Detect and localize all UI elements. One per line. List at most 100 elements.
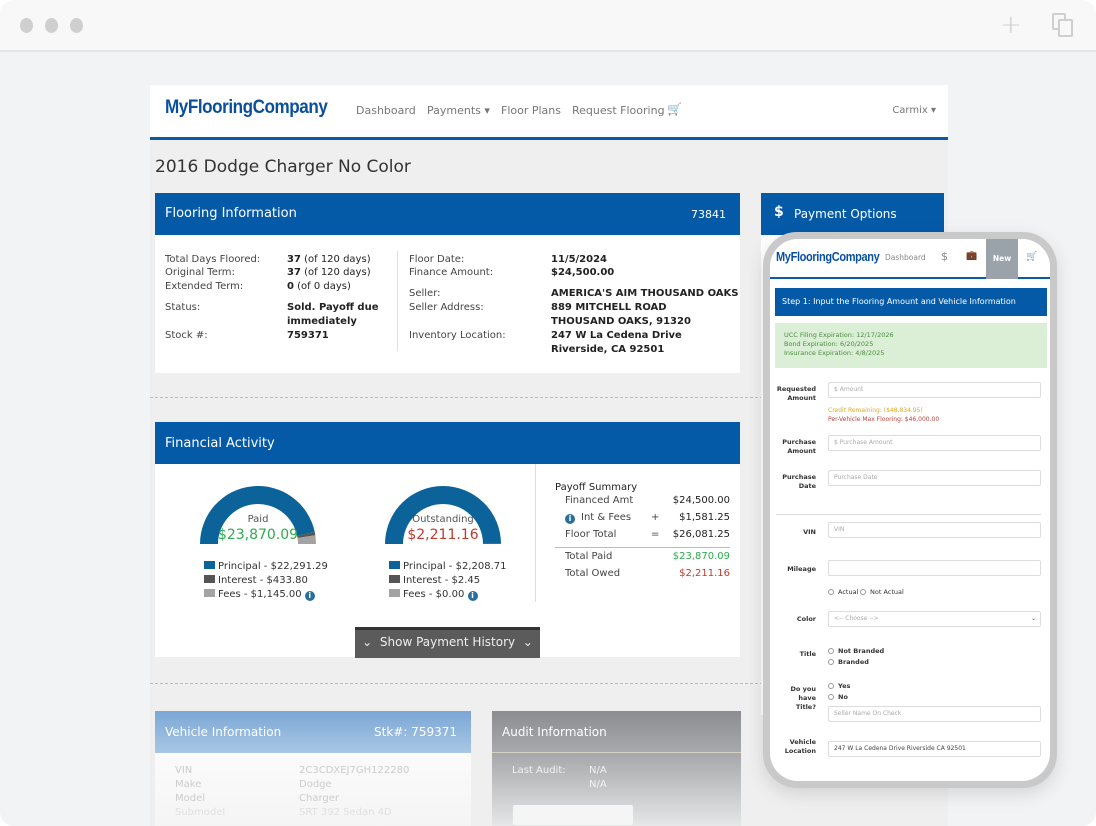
mobile-brand-logo[interactable]: MyFlooringCompany (776, 250, 880, 264)
color-label: Color (796, 615, 816, 623)
have-title-label: Do you have Title? (790, 685, 816, 711)
payoff-row: Financed Amt $24,500.00 (565, 495, 730, 506)
info-icon[interactable]: i (565, 514, 575, 524)
audit-info-title: Audit Information (502, 725, 607, 739)
legend-swatch (389, 589, 400, 597)
field-label: Make (175, 779, 202, 790)
color-select[interactable]: <-- Choose --> ⌄ (828, 611, 1041, 627)
vin-input[interactable]: VIN (828, 522, 1041, 538)
copy-icon[interactable] (1052, 13, 1074, 37)
legend-swatch (204, 589, 215, 597)
window-control-dot[interactable] (20, 18, 33, 33)
new-tab-icon[interactable]: + (1000, 12, 1022, 38)
window-control-dot[interactable] (45, 18, 58, 33)
dollar-icon: $ (774, 204, 784, 220)
chevron-down-icon: ⌄ (1030, 615, 1036, 622)
outstanding-legend: Principal - $2,208.71 Interest - $2.45 F… (389, 560, 506, 602)
browser-toolbar: + (0, 0, 1096, 52)
mobile-screen: MyFlooringCompany Dashboard $ 💼 New 🛒 St… (770, 239, 1050, 781)
vehicle-location-input[interactable]: 247 W La Cedena Drive Riverside CA 92501 (828, 741, 1041, 757)
page-title: 2016 Dodge Charger No Color (155, 157, 411, 177)
insurance-expiration: Insurance Expiration: 4/8/2025 (784, 349, 885, 357)
purchase-amount-input[interactable]: $ Purchase Amount (828, 435, 1041, 451)
field-value: 889 MITCHELL ROAD (551, 302, 667, 313)
payoff-row: Floor Total = $26,081.25 (565, 529, 730, 540)
column-divider (397, 251, 398, 351)
dollar-icon[interactable]: $ (941, 250, 948, 263)
info-icon[interactable]: i (467, 591, 478, 601)
mobile-device-frame: MyFlooringCompany Dashboard $ 💼 New 🛒 St… (763, 232, 1057, 788)
show-payment-history-button[interactable]: ⌄ Show Payment History ⌄ (355, 627, 540, 658)
last-audit-value: N/A (589, 765, 607, 776)
info-icon[interactable]: i (304, 591, 315, 601)
stock-value: 759371 (287, 330, 329, 341)
title-branded-radio[interactable]: Branded (828, 658, 869, 666)
field-label: Extended Term: (165, 281, 244, 292)
total-paid-row: Total Paid $23,870.09 (565, 551, 730, 562)
vin-label: VIN (803, 528, 816, 536)
payment-options-title: Payment Options (794, 207, 897, 221)
credit-remaining: Credit Remaining: ($48,834.95) (828, 407, 923, 414)
payoff-summary-title: Payoff Summary (555, 482, 638, 493)
outstanding-gauge: Outstanding $2,211.16 (383, 484, 503, 546)
field-value: THOUSAND OAKS, 91320 (551, 316, 691, 327)
nav-dashboard[interactable]: Dashboard (356, 104, 416, 117)
field-value: 2C3CDXEJ7GH122280 (299, 765, 410, 776)
audit-info-body: Last Audit: N/A N/A (492, 753, 741, 826)
field-label: Status: (165, 302, 201, 313)
requested-amount-label: Requested Amount (776, 385, 816, 402)
nav-floor-plans[interactable]: Floor Plans (501, 104, 561, 117)
payment-options-header[interactable]: $ Payment Options (761, 193, 944, 235)
payoff-divider (555, 547, 730, 548)
mileage-input[interactable] (828, 560, 1041, 576)
field-value: 247 W La Cedena Drive (551, 330, 682, 341)
chevron-down-icon: ⌄ (362, 635, 373, 649)
purchase-date-input[interactable]: Purchase Date (828, 470, 1041, 486)
total-owed-row: Total Owed $2,211.16 (565, 568, 730, 579)
paid-amount: $23,870.09 (217, 527, 299, 543)
payoff-row: i Int & Fees + $1,581.25 (555, 512, 730, 529)
nav-request-flooring[interactable]: Request Flooring (572, 104, 665, 117)
cart-icon[interactable]: 🛒 (667, 102, 682, 116)
mobile-navbar: MyFlooringCompany Dashboard $ 💼 New 🛒 (770, 239, 1050, 279)
legend-principal: Principal - $22,291.29 (204, 560, 328, 574)
mileage-label: Mileage (787, 565, 816, 573)
have-title-yes-radio[interactable]: Yes (828, 682, 850, 690)
requested-amount-input[interactable]: $ Amount (828, 382, 1041, 398)
top-navbar: MyFlooringCompany Dashboard Payments ▾ F… (150, 85, 948, 140)
vehicle-location-label: Vehicle Location (784, 738, 816, 755)
brand-logo[interactable]: MyFlooringCompany (165, 97, 328, 119)
title-label: Title (799, 650, 816, 658)
field-label: Seller Address: (409, 302, 484, 313)
mobile-nav-new[interactable]: New (986, 239, 1018, 279)
cart-icon[interactable]: 🛒 (1026, 252, 1037, 262)
briefcase-icon[interactable]: 💼 (966, 251, 977, 261)
paid-gauge: Paid $23,870.09 (198, 484, 318, 546)
field-label: Seller: (409, 288, 441, 299)
browser-window: + MyFlooringCompany Dashboard Payments ▾… (0, 0, 1096, 826)
audit-button[interactable] (513, 805, 633, 825)
column-divider (535, 464, 536, 602)
field-label: Submodel (175, 807, 226, 818)
field-value: 0 (of 0 days) (287, 281, 351, 292)
form-divider (776, 514, 1041, 515)
mileage-actual-radio[interactable]: Actual (828, 588, 858, 596)
flooring-info-header: Flooring Information 73841 (155, 193, 740, 235)
user-menu[interactable]: Carmix ▾ (892, 105, 936, 116)
have-title-no-radio[interactable]: No (828, 693, 848, 701)
audit-value: N/A (589, 779, 607, 790)
paid-gauge-label: Paid (247, 514, 269, 525)
mileage-not-actual-radio[interactable]: Not Actual (860, 588, 904, 596)
field-value: AMERICA'S AIM THOUSAND OAKS (551, 288, 739, 299)
field-value: Dodge (299, 779, 332, 790)
field-label: Inventory Location: (409, 330, 506, 341)
mobile-nav-dashboard[interactable]: Dashboard (885, 253, 926, 262)
field-label: VIN (175, 765, 193, 776)
title-not-branded-radio[interactable]: Not Branded (828, 647, 884, 655)
window-control-dot[interactable] (70, 18, 83, 33)
flooring-info-title: Flooring Information (165, 206, 297, 221)
seller-name-input[interactable]: Seller Name On Check (828, 706, 1041, 722)
nav-payments[interactable]: Payments ▾ (427, 104, 490, 117)
field-value: Charger (299, 793, 339, 804)
field-label: Total Days Floored: (165, 254, 261, 265)
